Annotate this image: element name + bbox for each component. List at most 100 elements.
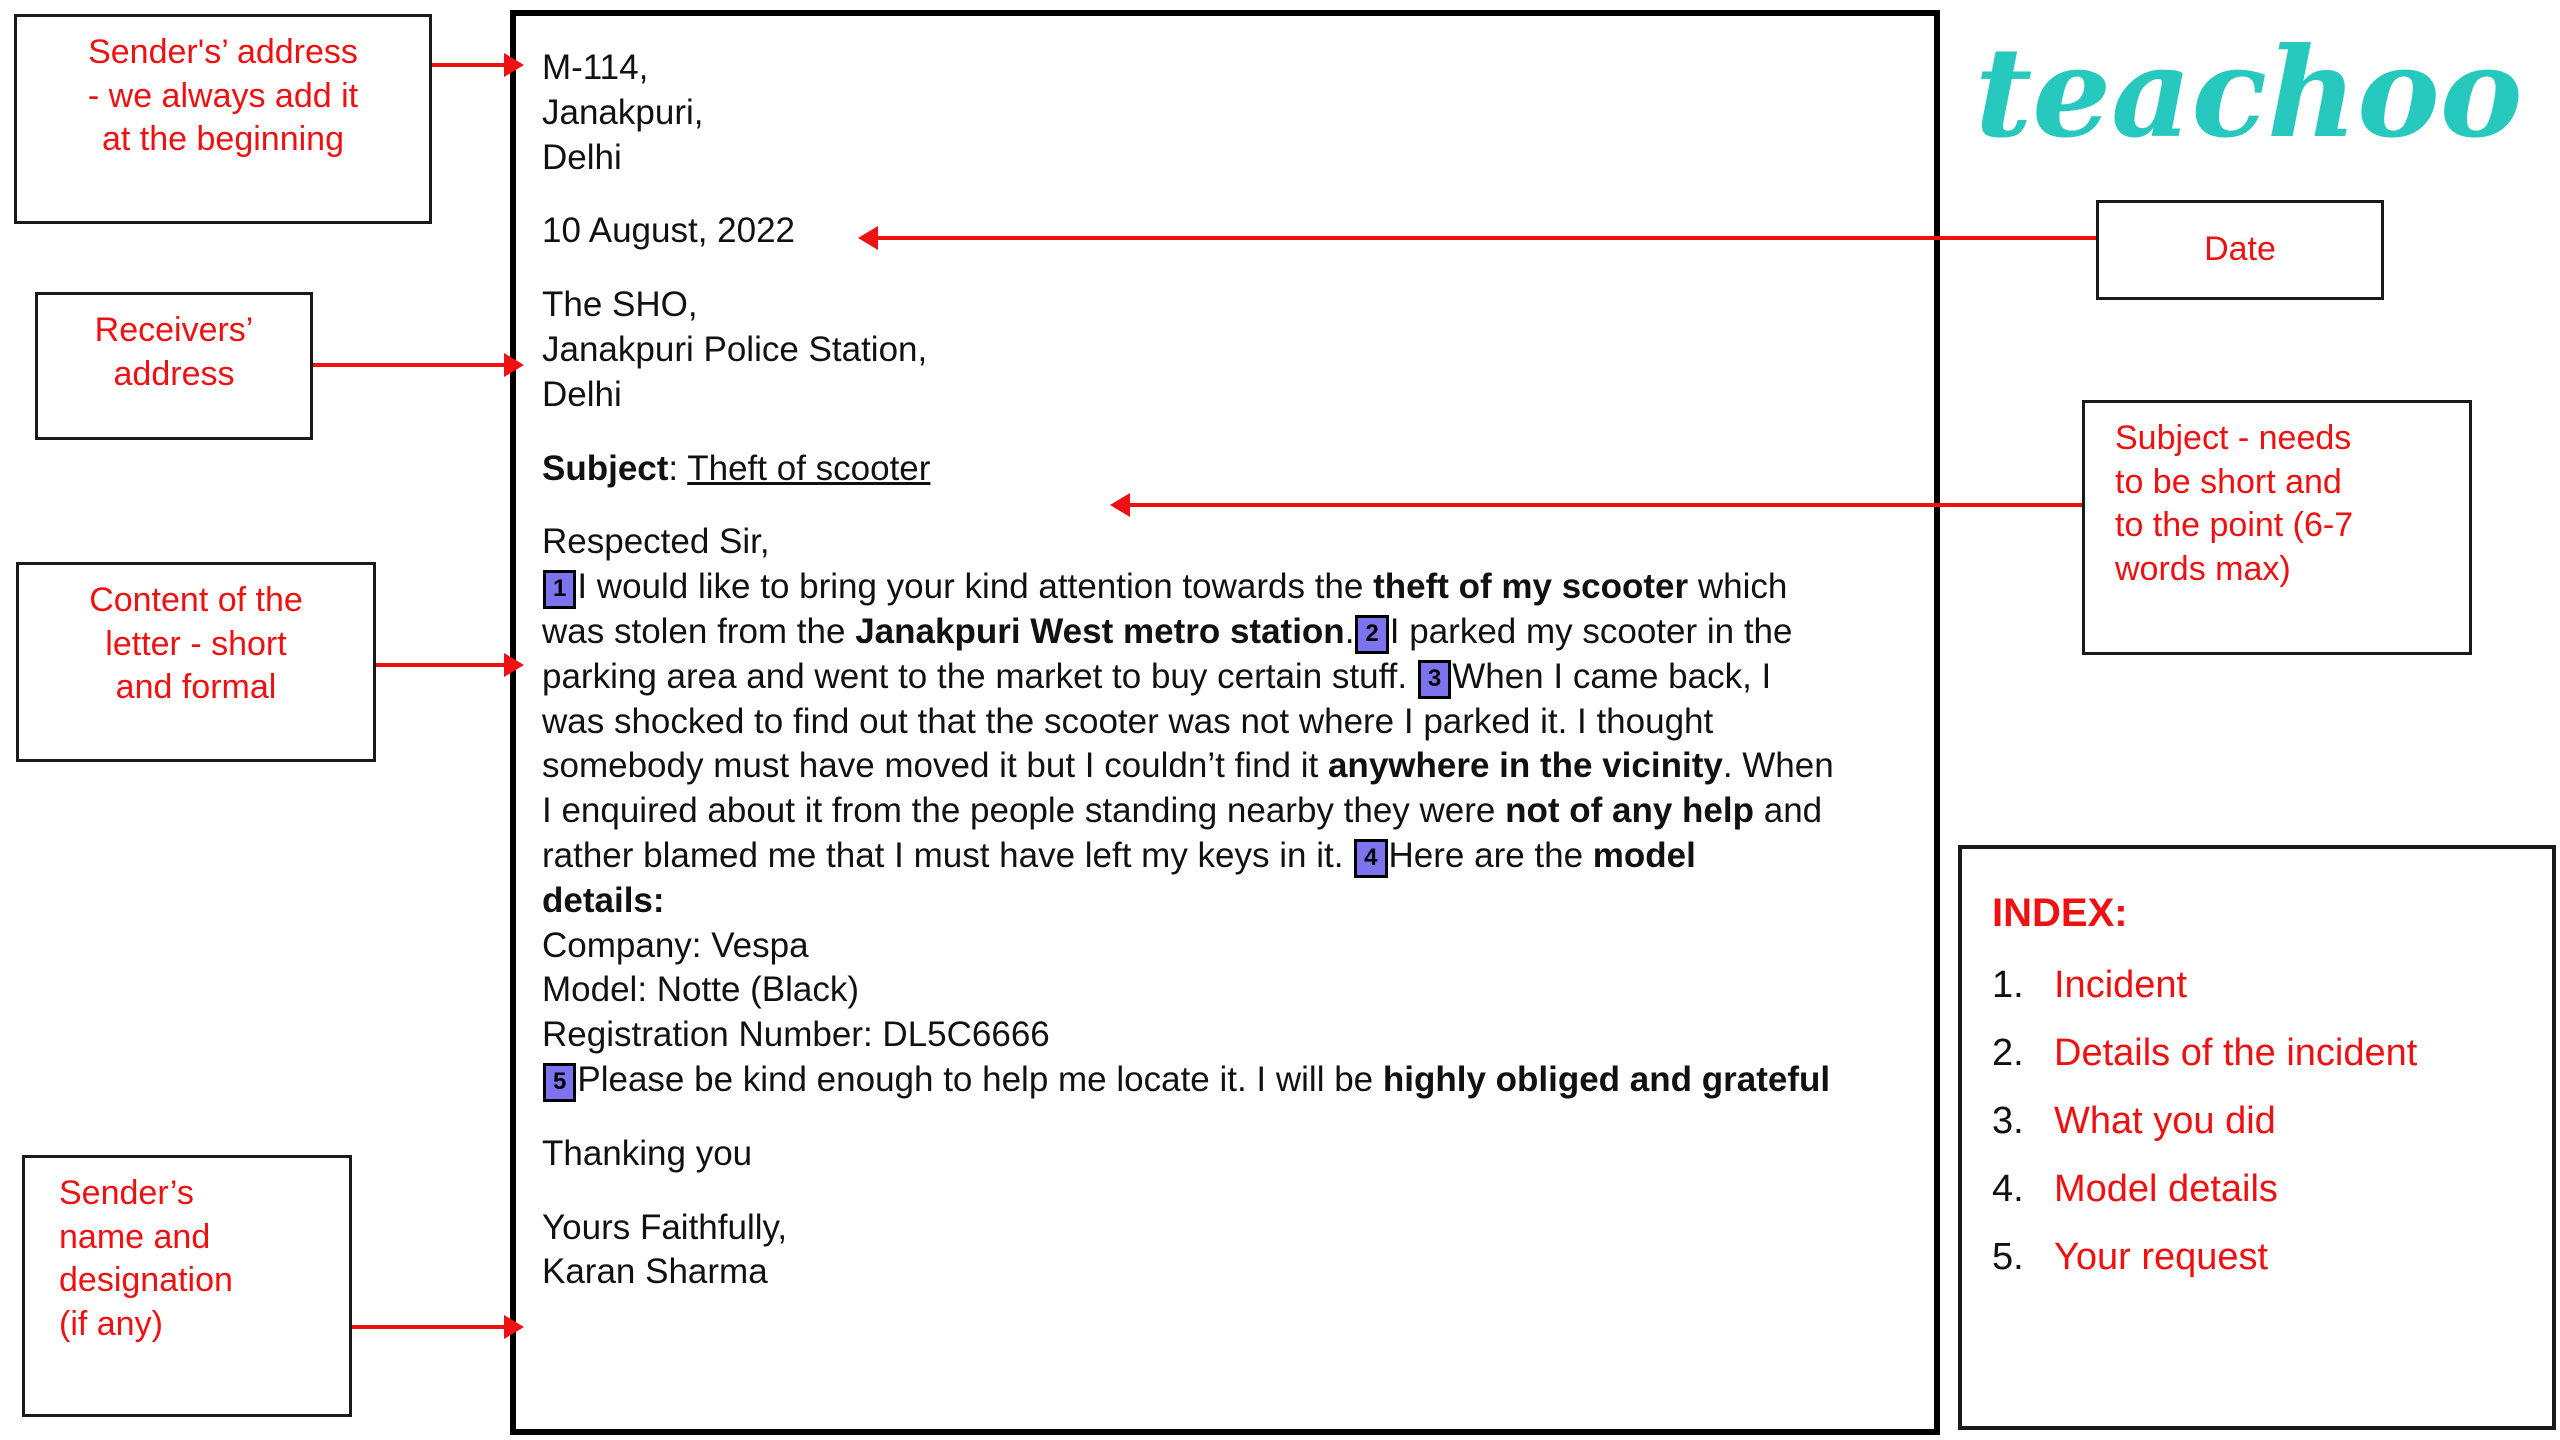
callout-sender-name: Sender’s name and designation (if any): [22, 1155, 352, 1417]
body-bold-obliged: highly obliged and grateful: [1382, 1059, 1831, 1099]
model-registration: Registration Number: DL5C6666: [542, 1015, 1050, 1055]
arrowhead-date: [858, 226, 878, 250]
callout-subject-line4: words max): [2115, 549, 2291, 588]
letter-date: 10 August, 2022: [542, 211, 795, 251]
body-line-6: I enquired about it from the people stan…: [542, 789, 1910, 834]
index-item-2-number: 2.: [1992, 1032, 2024, 1074]
subject-value: Theft of scooter: [687, 448, 931, 488]
arrowhead-letter-content: [504, 653, 524, 677]
receiver-address-block: The SHO, Janakpuri Police Station, Delhi: [542, 283, 1910, 417]
callout-date: Date: [2096, 200, 2384, 300]
thanking-line: Thanking you: [542, 1133, 753, 1173]
callout-sender-name-line2: name and: [59, 1217, 211, 1256]
index-item-1-label: Incident: [2054, 964, 2188, 1006]
signature-name: Karan Sharma: [542, 1252, 768, 1292]
subject-label: Subject: [542, 448, 669, 488]
index-title: INDEX:: [1992, 891, 2128, 935]
index-item-2: 2. Details of the incident: [1992, 1032, 2522, 1075]
index-item-3-number: 3.: [1992, 1100, 2024, 1142]
connector-date: [878, 236, 2096, 240]
callout-sender-name-line1: Sender’s: [59, 1174, 194, 1212]
callout-senders-address: Sender's’ address - we always add it at …: [14, 14, 432, 224]
index-item-4-label: Model details: [2054, 1168, 2278, 1210]
index-item-1: 1. Incident: [1992, 964, 2522, 1007]
callout-receivers-address-line1: Receivers’: [94, 311, 254, 349]
body-line-5: somebody must have moved it but I couldn…: [542, 744, 1910, 789]
callout-letter-content-line2: letter - short: [105, 624, 287, 663]
letter-document: M-114, Janakpuri, Delhi 10 August, 2022 …: [510, 10, 1940, 1435]
index-item-2-label: Details of the incident: [2054, 1032, 2418, 1074]
callout-subject-line3: to the point (6-7: [2115, 506, 2354, 545]
receiver-address-line2: Janakpuri Police Station,: [542, 329, 928, 369]
body-text: . When: [1722, 746, 1834, 786]
marker-2: 2: [1355, 614, 1389, 654]
receiver-address-line3: Delhi: [542, 374, 622, 414]
marker-1: 1: [543, 570, 577, 610]
connector-letter-content: [376, 663, 504, 667]
callout-date-label: Date: [2204, 230, 2276, 269]
body-text: When I came back, I: [1452, 656, 1772, 696]
callout-receivers-address: Receivers’ address: [35, 292, 313, 440]
marker-4: 4: [1354, 838, 1388, 878]
body-line-7: rather blamed me that I must have left m…: [542, 834, 1910, 879]
callout-senders-address-line3: at the beginning: [102, 120, 344, 159]
index-item-5-label: Your request: [2054, 1236, 2269, 1278]
arrowhead-subject: [1110, 493, 1130, 517]
sender-address-line1: M-114,: [542, 48, 649, 87]
body-text: which: [1688, 567, 1788, 607]
body-text: I would like to bring your kind attentio…: [577, 567, 1374, 607]
arrowhead-receivers-address: [504, 353, 524, 377]
arrowhead-senders-address: [504, 53, 524, 77]
callout-sender-name-line3: designation: [59, 1261, 233, 1300]
body-text: rather blamed me that I must have left m…: [542, 835, 1354, 875]
body-text: Please be kind enough to help me locate …: [577, 1059, 1383, 1099]
body-line-8: details:: [542, 879, 1910, 924]
body-text: .: [1344, 611, 1355, 651]
marker-3: 3: [1417, 659, 1452, 699]
sender-address-line3: Delhi: [542, 137, 622, 177]
salutation: Respected Sir,: [542, 522, 770, 562]
body-bold-model: model: [1592, 835, 1696, 875]
connector-subject: [1130, 503, 2082, 507]
callout-receivers-address-line2: address: [113, 354, 235, 393]
callout-sender-name-line4: (if any): [59, 1304, 163, 1343]
callout-subject-line2: to be short and: [2115, 462, 2342, 501]
index-item-5-number: 5.: [1992, 1236, 2024, 1278]
callout-senders-address-line1: Sender's’ address: [88, 33, 358, 71]
callout-letter-content-line3: and formal: [115, 668, 277, 707]
index-item-3-label: What you did: [2054, 1100, 2276, 1142]
body-text: I parked my scooter in the: [1389, 611, 1793, 651]
receiver-address-line1: The SHO,: [542, 285, 698, 325]
body-line-3: parking area and went to the market to b…: [542, 655, 1910, 700]
arrowhead-sender-name: [504, 1315, 524, 1339]
body-bold-vicinity: anywhere in the vicinity: [1327, 746, 1723, 786]
letter-body: M-114, Janakpuri, Delhi 10 August, 2022 …: [542, 46, 1910, 1295]
body-bold-theft: theft of my scooter: [1373, 567, 1689, 607]
body-text: somebody must have moved it but I couldn…: [542, 746, 1328, 786]
teachoo-logo-text: teachoo: [1975, 21, 2523, 166]
sender-address-line2: Janakpuri,: [542, 92, 704, 132]
callout-senders-address-line2: - we always add it: [87, 76, 359, 115]
index-item-3: 3. What you did: [1992, 1100, 2522, 1143]
callout-letter-content-line1: Content of the: [89, 581, 303, 619]
connector-sender-name: [352, 1325, 504, 1329]
body-line-9: 5 Please be kind enough to help me locate…: [542, 1058, 1910, 1103]
model-name: Model: Notte (Black): [542, 970, 860, 1010]
index-item-1-number: 1.: [1992, 964, 2024, 1006]
callout-subject-line1: Subject - needs: [2115, 419, 2352, 457]
sender-address-block: M-114, Janakpuri, Delhi: [542, 46, 1910, 180]
body-bold-metro: Janakpuri West metro station: [855, 611, 1345, 651]
body-text: and: [1754, 791, 1823, 831]
index-item-4: 4. Model details: [1992, 1168, 2522, 1211]
body-text: Here are the: [1388, 835, 1593, 875]
body-line-2: was stolen from the Janakpuri West metro…: [542, 610, 1910, 655]
closing-line: Yours Faithfully,: [542, 1207, 788, 1247]
body-text: I enquired about it from the people stan…: [542, 791, 1506, 831]
marker-5: 5: [543, 1062, 577, 1102]
teachoo-logo: teachoo: [1975, 21, 2523, 166]
body-bold-nohelp: not of any help: [1505, 791, 1755, 831]
